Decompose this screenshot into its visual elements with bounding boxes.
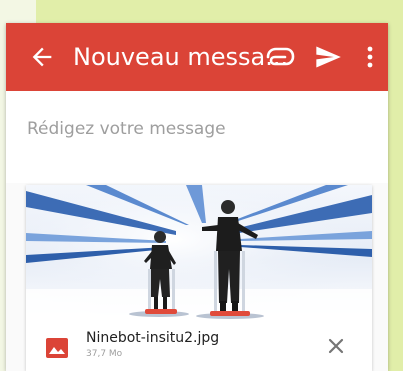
arrow-back-icon[interactable] <box>28 43 56 71</box>
page-title: Nouveau messa... <box>73 43 289 71</box>
image-file-icon <box>46 338 68 358</box>
attachment-file-size: 37,7 Mo <box>86 349 123 359</box>
message-placeholder: Rédigez votre message <box>27 119 226 139</box>
attachment-thumbnail[interactable] <box>26 185 372 321</box>
more-vertical-icon[interactable] <box>363 43 377 71</box>
paperclip-icon[interactable] <box>262 42 296 72</box>
send-icon[interactable] <box>312 43 344 71</box>
attachment-file-name: Ninebot-insitu2.jpg <box>86 330 220 346</box>
close-icon[interactable] <box>326 336 346 356</box>
attachment-info-row: Ninebot-insitu2.jpg 37,7 Mo <box>26 321 372 371</box>
attachment-card[interactable]: Ninebot-insitu2.jpg 37,7 Mo <box>26 185 372 371</box>
message-body-field[interactable]: Rédigez votre message <box>6 91 388 183</box>
compose-window: Nouveau messa... Rédigez votre message N… <box>6 23 388 371</box>
app-bar: Nouveau messa... <box>6 23 388 91</box>
